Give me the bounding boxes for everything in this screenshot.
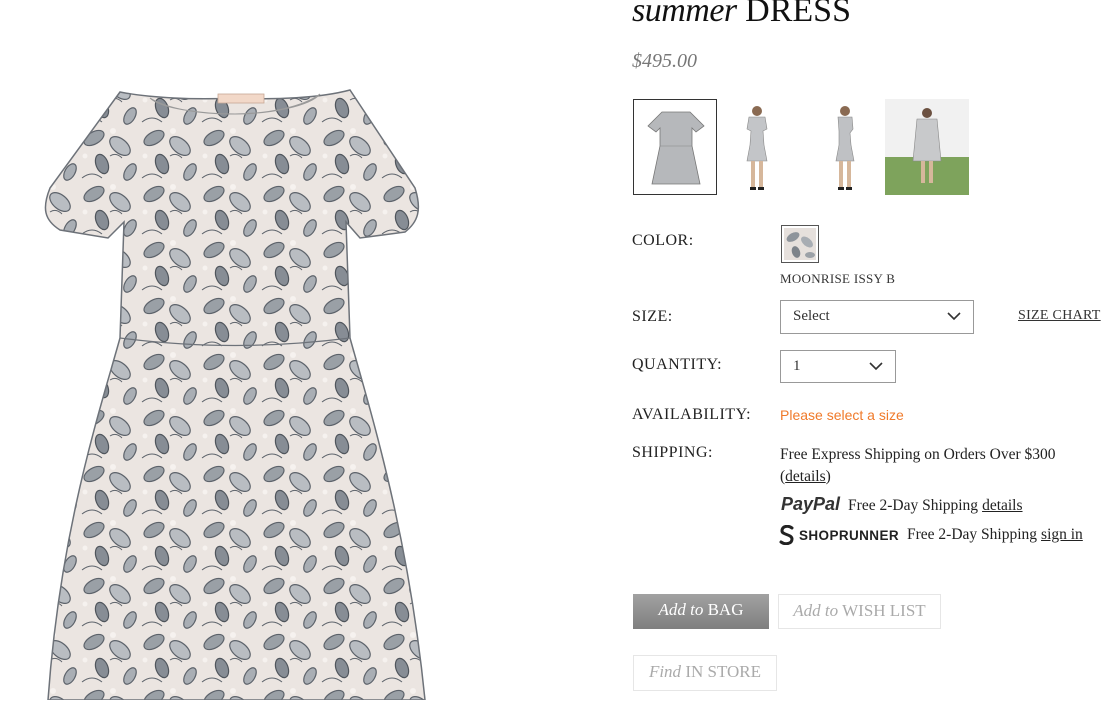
wishlist-italic: Add to [793,601,839,620]
product-title: summer DRESS [632,0,851,30]
shoprunner-logo: SHOPRUNNER [799,527,900,543]
shoprunner-text: Free 2-Day Shipping [907,526,1038,543]
product-price: $495.00 [632,50,697,72]
thumbnail-strip [633,99,969,195]
wishlist-caps: WISH LIST [842,601,926,620]
paypal-logo: PayPal [781,494,841,514]
shipping-text-body: Free Express Shipping on Orders Over $30… [780,446,1056,463]
chevron-down-icon [947,312,961,321]
paypal-row: PayPal Free 2-Day Shipping details [781,494,1023,515]
chevron-down-icon [869,362,883,371]
add-to-bag-button[interactable]: Add to BAG [633,594,769,629]
color-swatch-moonrise[interactable] [781,225,819,263]
quantity-select-value: 1 [793,358,801,374]
dress-flat-thumbnail [647,111,705,185]
thumbnail-model-side[interactable] [801,99,885,195]
shoprunner-row: SHOPRUNNER Free 2-Day Shipping sign in [779,525,1083,545]
size-chart-link[interactable]: SIZE CHART [1018,308,1101,324]
model-front-thumbnail [746,106,768,190]
find-store-italic: Find [648,662,682,681]
availability-message: Please select a size [780,407,904,423]
shoprunner-signin-link[interactable]: sign in [1041,526,1083,544]
model-outdoor-thumbnail [885,99,969,195]
main-product-image[interactable] [20,70,450,701]
size-select-value: Select [793,308,830,324]
shoprunner-icon [779,525,794,545]
quantity-label: QUANTITY: [632,356,723,373]
floral-swatch-icon [784,228,816,260]
thumbnail-model-front[interactable] [717,99,801,195]
size-label: SIZE: [632,308,673,325]
size-select[interactable]: Select [780,300,974,334]
find-in-store-button[interactable]: Find IN STORE [633,655,777,691]
availability-label: AVAILABILITY: [632,406,752,423]
add-to-bag-italic: Add to [658,600,704,619]
quantity-select[interactable]: 1 [780,350,896,383]
shipping-label: SHIPPING: [632,444,713,461]
thumbnail-model-outdoor[interactable] [885,99,969,195]
color-name: MOONRISE ISSY B [780,271,896,286]
find-store-caps: IN STORE [685,662,762,681]
product-title-script: summer [632,0,737,29]
shipping-details-link[interactable]: details [785,468,825,485]
shipping-text: Free Express Shipping on Orders Over $30… [780,446,1056,485]
color-label: COLOR: [632,232,694,249]
paypal-text: Free 2-Day Shipping [848,497,979,514]
add-to-wishlist-button[interactable]: Add to WISH LIST [778,594,941,629]
floral-dress-image [44,89,426,701]
add-to-bag-caps: BAG [707,600,744,619]
product-title-caps: DRESS [745,0,851,29]
paypal-details-link[interactable]: details [982,497,1022,515]
model-side-thumbnail [835,106,855,190]
thumbnail-dress-flat[interactable] [633,99,717,195]
